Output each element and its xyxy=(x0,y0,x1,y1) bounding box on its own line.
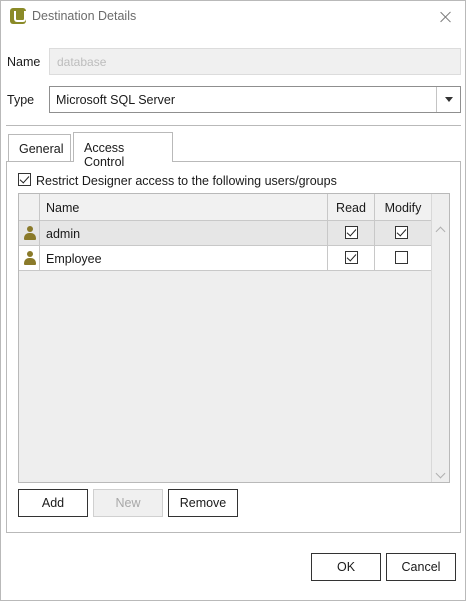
row-name: Employee xyxy=(39,246,327,270)
modify-checkbox[interactable] xyxy=(395,226,408,239)
scroll-up-icon[interactable] xyxy=(435,226,446,237)
users-grid: Name Read Modify admin Employee xyxy=(18,193,450,483)
destination-details-dialog: Destination Details Name database Type M… xyxy=(0,0,466,601)
read-cell xyxy=(327,246,374,270)
modify-cell xyxy=(374,246,431,270)
column-header-name[interactable]: Name xyxy=(39,194,327,221)
column-header-read[interactable]: Read xyxy=(327,194,374,221)
modify-cell xyxy=(374,221,431,245)
tab-access-control[interactable]: Access Control xyxy=(73,132,173,169)
grid-header: Name Read Modify xyxy=(19,194,432,221)
modify-checkbox[interactable] xyxy=(395,251,408,264)
type-dropdown[interactable]: Microsoft SQL Server xyxy=(49,86,461,113)
app-logo-icon xyxy=(10,8,26,24)
scroll-down-icon[interactable] xyxy=(435,468,446,479)
add-button[interactable]: Add xyxy=(18,489,88,517)
window-title: Destination Details xyxy=(32,9,137,23)
remove-button[interactable]: Remove xyxy=(168,489,238,517)
type-label: Type xyxy=(7,93,35,107)
ok-button[interactable]: OK xyxy=(311,553,381,581)
chevron-down-icon[interactable] xyxy=(445,97,453,102)
new-button[interactable]: New xyxy=(93,489,163,517)
restrict-access-label: Restrict Designer access to the followin… xyxy=(36,174,337,188)
title-bar: Destination Details xyxy=(1,1,465,32)
table-row[interactable]: Employee xyxy=(19,246,432,271)
cancel-button[interactable]: Cancel xyxy=(386,553,456,581)
name-label: Name xyxy=(7,55,41,69)
dropdown-separator xyxy=(436,87,437,112)
read-checkbox[interactable] xyxy=(345,226,358,239)
user-icon xyxy=(24,251,36,266)
close-icon[interactable] xyxy=(435,6,457,28)
column-header-modify[interactable]: Modify xyxy=(374,194,431,221)
vertical-scrollbar[interactable] xyxy=(431,194,449,482)
read-cell xyxy=(327,221,374,245)
user-icon xyxy=(24,226,36,241)
section-divider xyxy=(6,125,461,126)
row-name: admin xyxy=(39,221,327,245)
name-input[interactable]: database xyxy=(49,48,461,75)
tab-general[interactable]: General xyxy=(8,134,71,161)
read-checkbox[interactable] xyxy=(345,251,358,264)
restrict-access-checkbox[interactable] xyxy=(18,173,31,186)
type-selected-value: Microsoft SQL Server xyxy=(56,93,176,107)
table-row[interactable]: admin xyxy=(19,221,432,246)
